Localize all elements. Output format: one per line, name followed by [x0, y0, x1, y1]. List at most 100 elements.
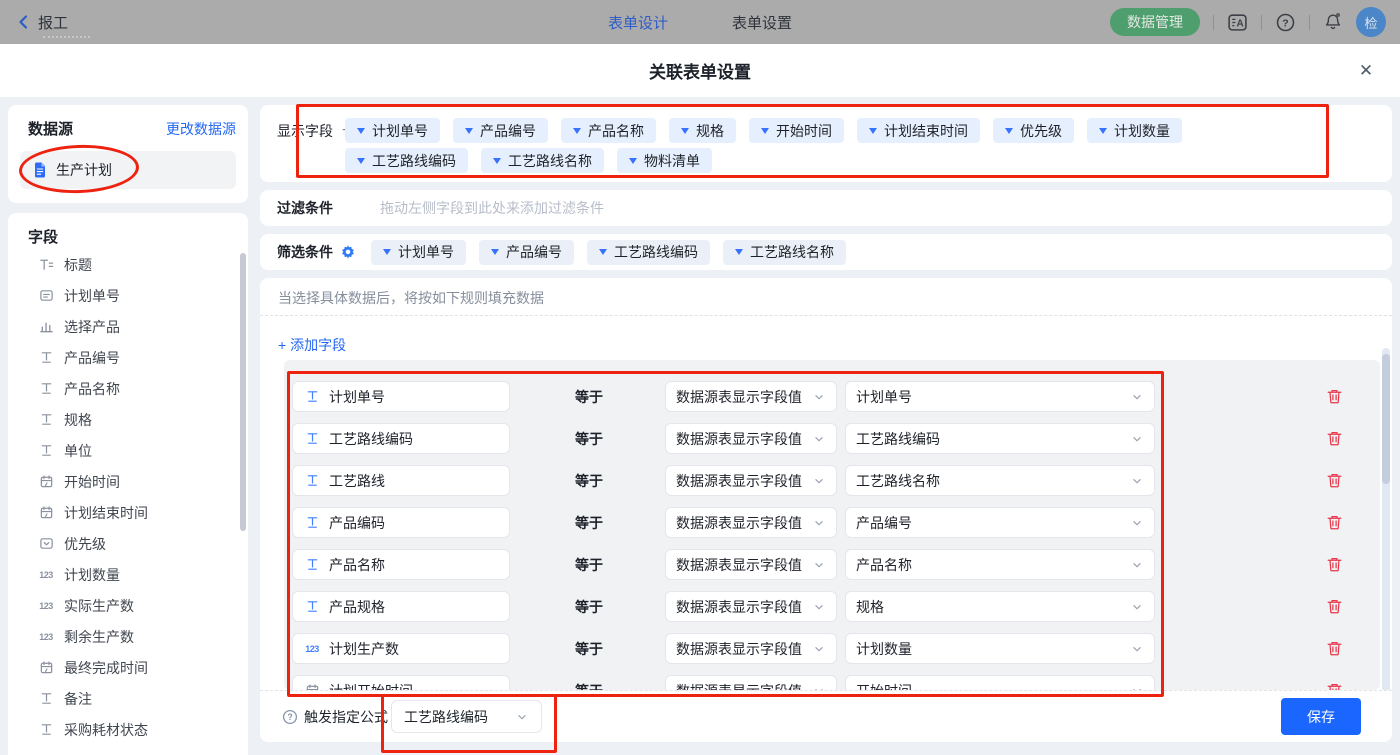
rule-source-type-dropdown[interactable]: 数据源表显示字段值 — [665, 465, 837, 496]
field-tag[interactable]: 计划数量 — [1087, 118, 1182, 143]
trash-icon[interactable] — [1326, 556, 1343, 573]
field-tag[interactable]: 开始时间 — [749, 118, 844, 143]
add-rule-field-link[interactable]: + 添加字段 — [278, 335, 346, 355]
field-tag[interactable]: 物料清单 — [617, 148, 712, 173]
field-list-item[interactable]: 选择产品 — [8, 311, 238, 342]
field-tag[interactable]: 工艺路线编码 — [587, 240, 710, 265]
rules-scrollbar-thumb[interactable] — [1382, 354, 1390, 484]
rule-target-field[interactable]: 产品规格 — [292, 591, 510, 622]
trash-icon[interactable] — [1326, 640, 1343, 657]
rule-target-field[interactable]: 产品名称 — [292, 549, 510, 580]
rule-source-type-dropdown[interactable]: 数据源表显示字段值 — [665, 423, 837, 454]
field-tag[interactable]: 规格 — [669, 118, 736, 143]
display-fields-card: 显示字段 + 计划单号产品编号产品名称规格开始时间计划结束时间优先级计划数量工艺… — [260, 105, 1392, 182]
field-list-item[interactable]: 开始时间 — [8, 466, 238, 497]
rule-source-field-value: 工艺路线名称 — [856, 471, 940, 491]
chevron-down-icon — [515, 710, 529, 724]
rule-source-field-value: 规格 — [856, 597, 884, 617]
caret-down-icon — [761, 128, 769, 134]
datasource-selected-item[interactable]: 生产计划 — [20, 151, 236, 189]
change-datasource-link[interactable]: 更改数据源 — [166, 119, 236, 139]
trigger-formula-dropdown[interactable]: 工艺路线编码 — [391, 700, 542, 733]
tab-form-settings[interactable]: 表单设置 — [732, 12, 792, 33]
field-tag[interactable]: 产品名称 — [561, 118, 656, 143]
field-list-item[interactable]: 采购耗材状态 — [8, 714, 238, 745]
data-manage-button[interactable]: 数据管理 — [1110, 8, 1200, 36]
rules-scrollbar[interactable] — [1382, 348, 1390, 700]
rule-source-type-value: 数据源表显示字段值 — [676, 555, 802, 575]
rule-source-field-dropdown[interactable]: 计划单号 — [845, 381, 1155, 412]
fields-scrollbar[interactable] — [240, 253, 246, 531]
rule-source-field-dropdown[interactable]: 开始时间 — [845, 675, 1155, 690]
save-button[interactable]: 保存 — [1281, 698, 1361, 735]
field-list-item[interactable]: 产品名称 — [8, 373, 238, 404]
field-label: 选择产品 — [64, 317, 120, 337]
rule-source-field-dropdown[interactable]: 规格 — [845, 591, 1155, 622]
field-list-item[interactable]: 123实际生产数 — [8, 590, 238, 621]
trash-icon[interactable] — [1326, 514, 1343, 531]
rule-source-type-dropdown[interactable]: 数据源表显示字段值 — [665, 549, 837, 580]
rule-source-type-dropdown[interactable]: 数据源表显示字段值 — [665, 507, 837, 538]
field-label: 计划结束时间 — [64, 503, 148, 523]
field-tag[interactable]: 计划单号 — [371, 240, 466, 265]
title-icon — [38, 257, 54, 273]
rule-target-field[interactable]: 计划单号 — [292, 381, 510, 412]
field-list-item[interactable]: 优先级 — [8, 528, 238, 559]
field-tag[interactable]: 计划结束时间 — [857, 118, 980, 143]
gear-icon[interactable] — [340, 244, 356, 260]
trash-icon[interactable] — [1326, 598, 1343, 615]
avatar[interactable]: 检 — [1356, 7, 1386, 37]
rule-source-field-dropdown[interactable]: 工艺路线编码 — [845, 423, 1155, 454]
field-list-item[interactable]: 计划单号 — [8, 280, 238, 311]
rule-source-type-value: 数据源表显示字段值 — [676, 387, 802, 407]
rule-target-field[interactable]: 工艺路线编码 — [292, 423, 510, 454]
caret-down-icon — [629, 158, 637, 164]
field-tag[interactable]: 产品编号 — [479, 240, 574, 265]
field-list-item[interactable]: 123剩余生产数 — [8, 621, 238, 652]
rule-operator: 等于 — [575, 549, 603, 580]
field-tag[interactable]: 产品编号 — [453, 118, 548, 143]
field-list-item[interactable]: 规格 — [8, 404, 238, 435]
caret-down-icon — [357, 158, 365, 164]
help-icon[interactable]: ? — [1275, 12, 1296, 33]
text-icon — [304, 473, 320, 489]
rule-source-type-dropdown[interactable]: 数据源表显示字段值 — [665, 633, 837, 664]
field-tag[interactable]: 工艺路线名称 — [723, 240, 846, 265]
close-icon[interactable]: ✕ — [1354, 59, 1378, 83]
field-list-item[interactable]: 123计划数量 — [8, 559, 238, 590]
rule-target-field[interactable]: 工艺路线 — [292, 465, 510, 496]
rule-source-field-dropdown[interactable]: 计划数量 — [845, 633, 1155, 664]
rule-source-field-dropdown[interactable]: 产品编号 — [845, 507, 1155, 538]
rule-target-field[interactable]: 123计划生产数 — [292, 633, 510, 664]
field-tag[interactable]: 计划单号 — [345, 118, 440, 143]
rule-target-field[interactable]: 计划开始时间 — [292, 675, 510, 690]
field-list-item[interactable]: 标题 — [8, 249, 238, 280]
field-label: 计划单号 — [64, 286, 120, 306]
field-list-item[interactable]: 计划结束时间 — [8, 497, 238, 528]
field-list-item[interactable]: 产品编号 — [8, 342, 238, 373]
rule-source-field-value: 产品名称 — [856, 555, 912, 575]
question-circle-icon[interactable]: ? — [282, 709, 298, 725]
text-icon — [38, 381, 54, 397]
field-list-item[interactable]: 最终完成时间 — [8, 652, 238, 683]
rule-target-field[interactable]: 产品编码 — [292, 507, 510, 538]
text-icon — [38, 691, 54, 707]
rule-source-field-dropdown[interactable]: 产品名称 — [845, 549, 1155, 580]
field-tag[interactable]: 优先级 — [993, 118, 1074, 143]
rule-source-type-dropdown[interactable]: 数据源表显示字段值 — [665, 591, 837, 622]
rule-source-type-dropdown[interactable]: 数据源表显示字段值 — [665, 381, 837, 412]
bell-icon[interactable] — [1323, 12, 1343, 32]
trash-icon[interactable] — [1326, 388, 1343, 405]
field-list-item[interactable]: 备注 — [8, 683, 238, 714]
trash-icon[interactable] — [1326, 682, 1343, 690]
trash-icon[interactable] — [1326, 472, 1343, 489]
rule-source-field-dropdown[interactable]: 工艺路线名称 — [845, 465, 1155, 496]
trash-icon[interactable] — [1326, 430, 1343, 447]
tag-label: 产品编号 — [506, 242, 562, 262]
translate-icon[interactable]: A — [1227, 12, 1248, 33]
tab-form-design[interactable]: 表单设计 — [608, 12, 668, 33]
field-list-item[interactable]: 单位 — [8, 435, 238, 466]
field-tag[interactable]: 工艺路线名称 — [481, 148, 604, 173]
rule-source-type-dropdown[interactable]: 数据源表显示字段值 — [665, 675, 837, 690]
field-tag[interactable]: 工艺路线编码 — [345, 148, 468, 173]
